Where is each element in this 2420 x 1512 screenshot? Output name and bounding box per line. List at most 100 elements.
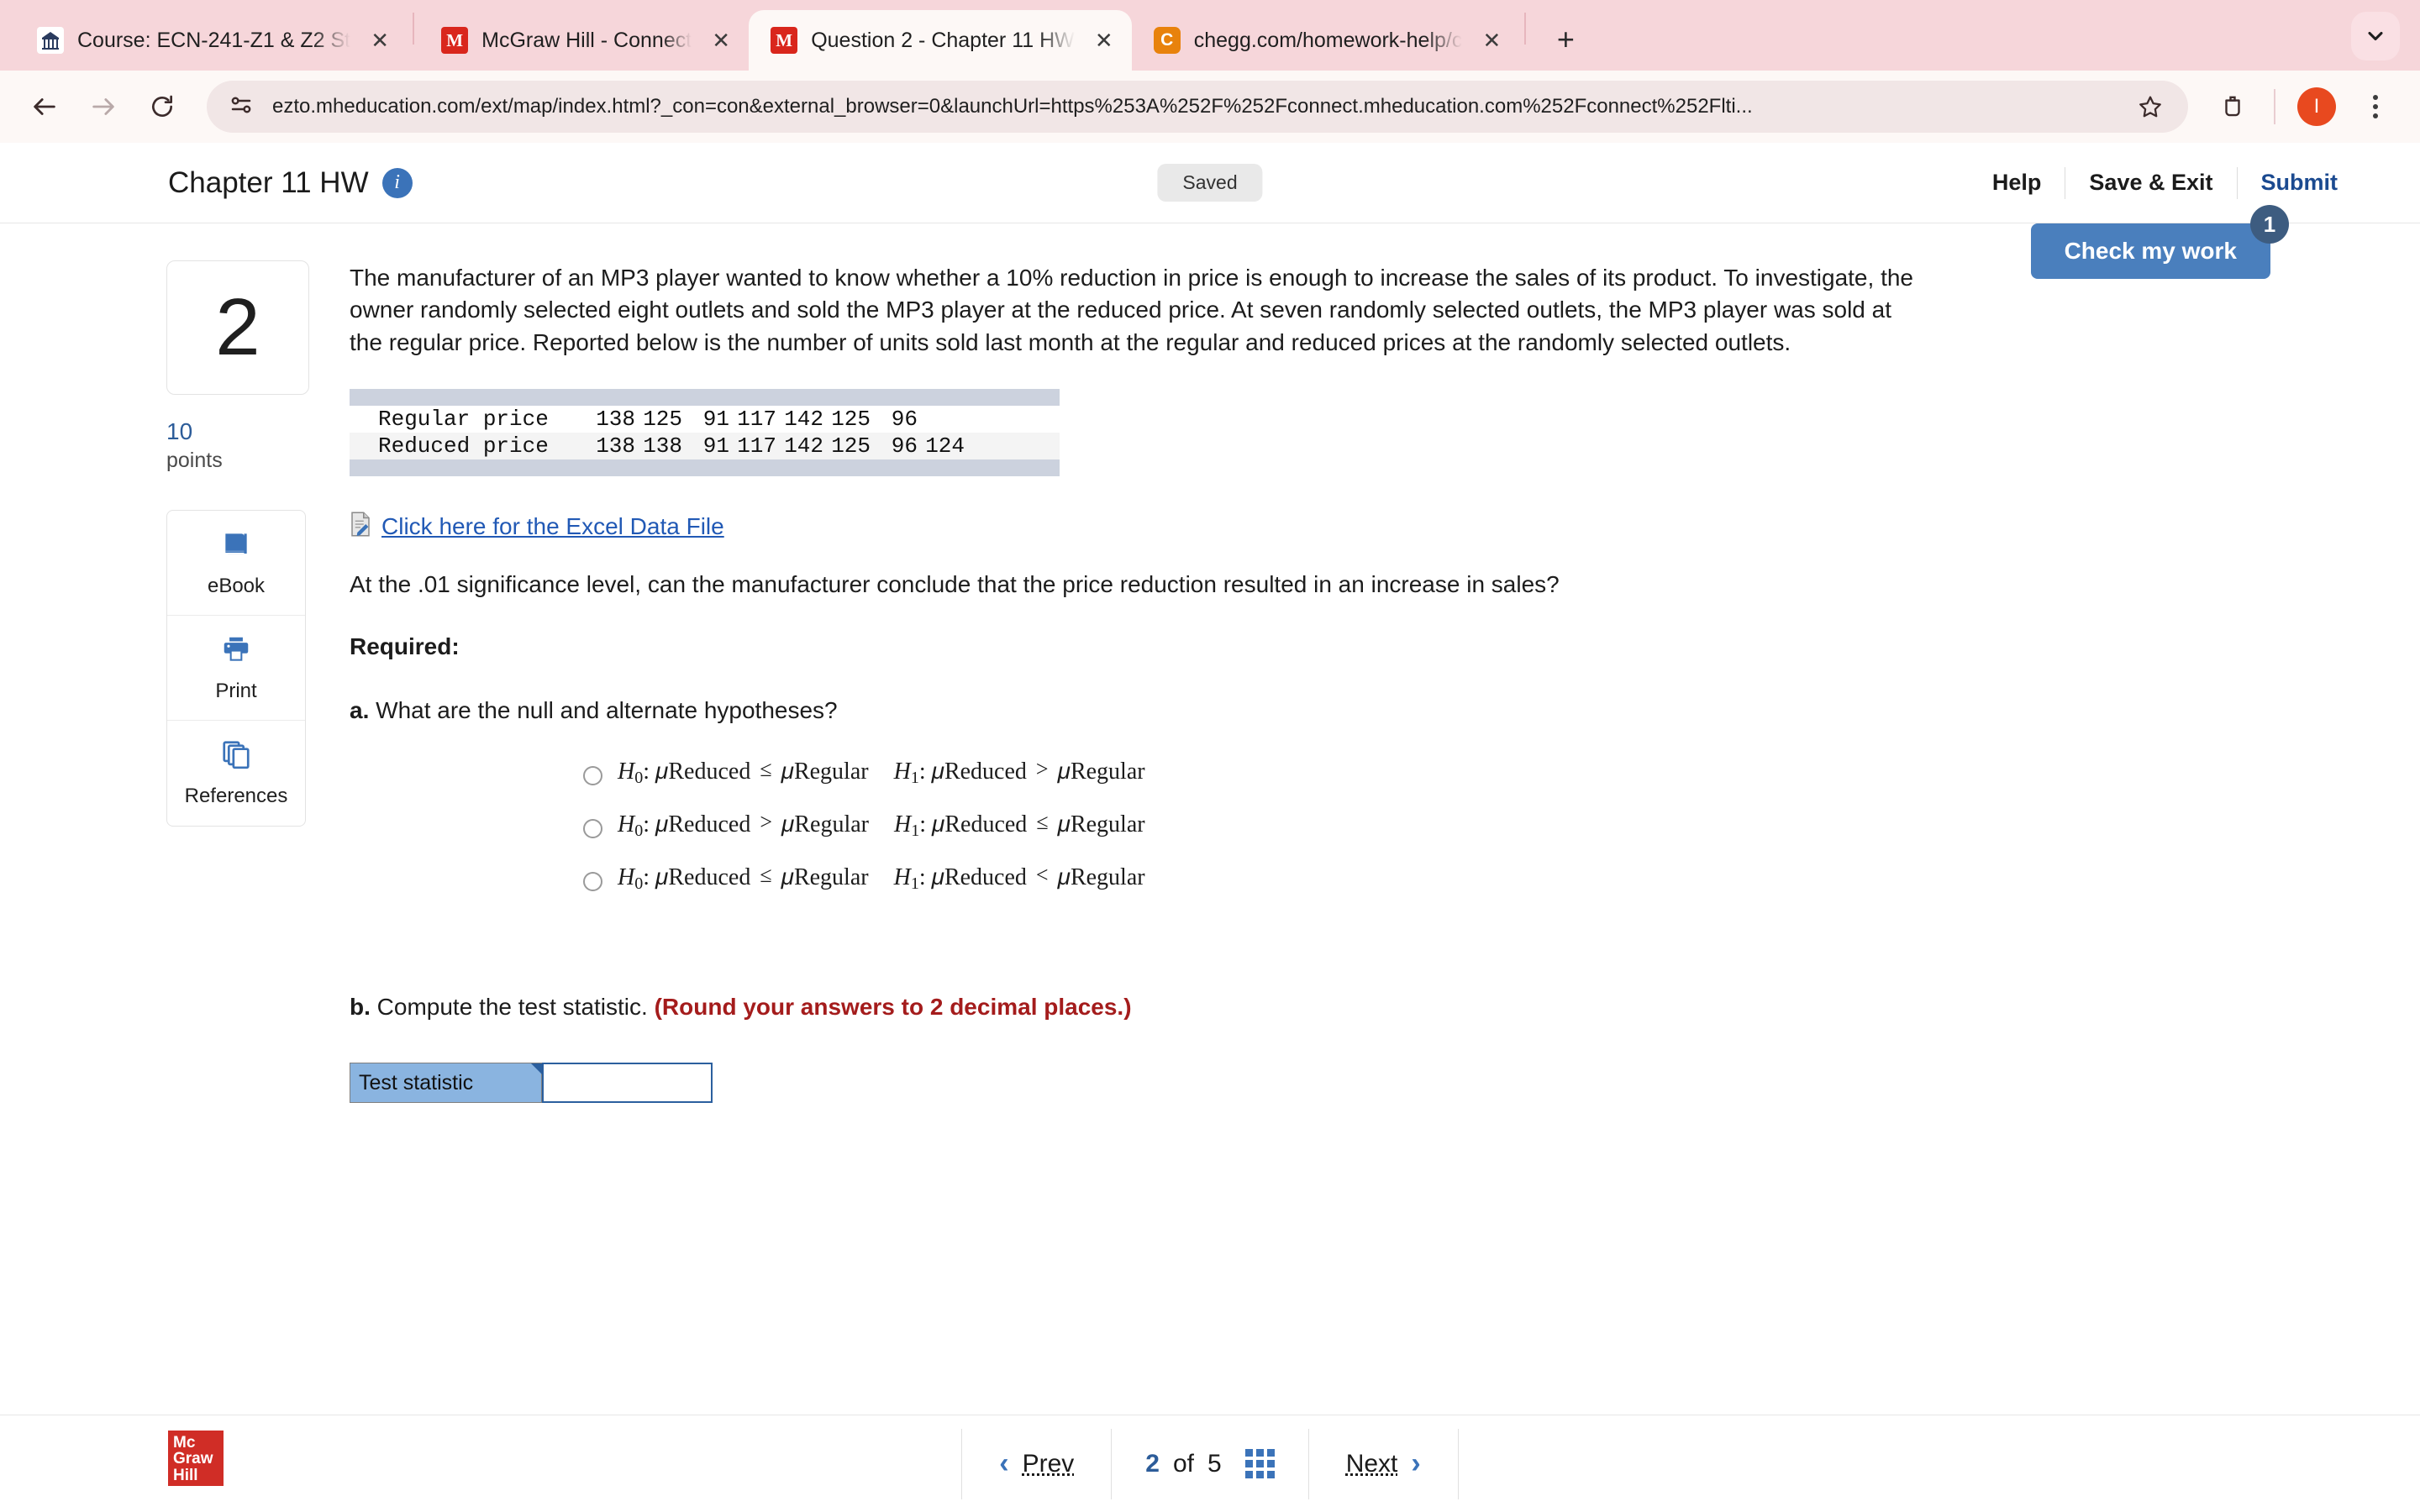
kebab-menu-icon[interactable] bbox=[2349, 81, 2402, 133]
tab-divider bbox=[413, 13, 415, 45]
cell: 138 bbox=[596, 433, 635, 459]
header-actions: Help Save & Exit Submit bbox=[1969, 166, 2362, 199]
excel-data-file-link[interactable]: Click here for the Excel Data File bbox=[381, 513, 724, 540]
cell: 138 bbox=[643, 433, 682, 459]
mu-left-label: Reduced bbox=[668, 759, 751, 785]
mu-right: μ bbox=[1057, 811, 1071, 837]
hypothesis-text: H0: μReduced > μRegular H1: μReduced ≤ μ… bbox=[618, 810, 1145, 841]
tab-divider bbox=[1524, 13, 1527, 45]
tab-title: McGraw Hill - Connect bbox=[481, 28, 692, 52]
alternate-hypothesis: H1: μReduced > μRegular bbox=[893, 757, 1145, 788]
avatar[interactable]: I bbox=[2291, 81, 2343, 133]
test-statistic-input[interactable] bbox=[542, 1063, 713, 1104]
address-bar[interactable]: ezto.mheducation.com/ext/map/index.html?… bbox=[207, 81, 2188, 133]
part-b-text: Compute the test statistic. bbox=[376, 994, 648, 1021]
tab-strip: Course: ECN-241-Z1 & Z2 St ✕ M McGraw Hi… bbox=[0, 0, 2420, 71]
browser-tab[interactable]: M McGraw Hill - Connect ✕ bbox=[419, 10, 749, 71]
site-settings-icon[interactable] bbox=[229, 92, 254, 122]
star-icon[interactable] bbox=[2133, 89, 2168, 124]
reload-icon[interactable] bbox=[136, 81, 188, 133]
cell: 117 bbox=[737, 433, 776, 459]
radio-button[interactable] bbox=[583, 766, 602, 786]
mu-right-label: Regular bbox=[1070, 811, 1145, 838]
book-icon bbox=[220, 528, 252, 564]
chegg-icon: C bbox=[1153, 27, 1181, 54]
chevron-right-icon: › bbox=[1411, 1447, 1421, 1479]
close-icon[interactable]: ✕ bbox=[1088, 24, 1120, 56]
operator: ≤ bbox=[760, 757, 772, 782]
submit-button[interactable]: Submit bbox=[2238, 170, 2362, 196]
cell: 125 bbox=[831, 407, 871, 433]
extensions-icon[interactable] bbox=[2207, 81, 2259, 133]
close-icon[interactable]: ✕ bbox=[1476, 24, 1507, 56]
grid-view-icon[interactable] bbox=[1244, 1449, 1275, 1478]
null-hypothesis: H0: μReduced ≤ μRegular bbox=[618, 863, 869, 894]
save-and-exit-button[interactable]: Save & Exit bbox=[2065, 170, 2236, 196]
radio-button[interactable] bbox=[583, 872, 602, 892]
part-b-prompt: b. Compute the test statistic. (Round yo… bbox=[350, 994, 2319, 1021]
browser-tab[interactable]: Course: ECN-241-Z1 & Z2 St ✕ bbox=[15, 10, 408, 71]
mu-right-label: Regular bbox=[1070, 759, 1145, 785]
operator: < bbox=[1035, 863, 1049, 888]
profile-initial: I bbox=[2297, 87, 2336, 126]
points-label: points bbox=[166, 449, 223, 472]
hypothesis-option-3[interactable]: H0: μReduced ≤ μRegular H1: μReduced < μ… bbox=[583, 863, 2319, 916]
close-icon[interactable]: ✕ bbox=[364, 24, 396, 56]
h-subscript: 1 bbox=[910, 769, 919, 788]
mu-left-label: Reduced bbox=[668, 811, 751, 838]
pager-divider bbox=[1457, 1428, 1459, 1499]
mu-right: μ bbox=[781, 864, 794, 890]
back-arrow-icon[interactable] bbox=[18, 81, 71, 133]
new-tab-button[interactable]: + bbox=[1543, 17, 1588, 62]
cell: 138 bbox=[596, 407, 635, 433]
row-label: Regular price bbox=[378, 407, 549, 433]
hypothesis-option-2[interactable]: H0: μReduced > μRegular H1: μReduced ≤ μ… bbox=[583, 810, 2319, 864]
alternate-hypothesis: H1: μReduced ≤ μRegular bbox=[893, 810, 1145, 841]
url-text[interactable]: ezto.mheducation.com/ext/map/index.html?… bbox=[272, 95, 2114, 118]
references-label: References bbox=[184, 785, 288, 807]
help-button[interactable]: Help bbox=[1969, 170, 2065, 196]
page-indicator: 2 of 5 bbox=[1112, 1449, 1307, 1478]
data-table: Regular price 138 125 91 117 142 125 96 … bbox=[350, 389, 1060, 477]
page-content: Chapter 11 HW i Saved Help Save & Exit S… bbox=[0, 143, 2420, 1512]
row-label: Reduced price bbox=[378, 433, 549, 459]
hypothesis-option-1[interactable]: H0: μReduced ≤ μRegular H1: μReduced > μ… bbox=[583, 757, 2319, 811]
status-badge: Saved bbox=[1157, 164, 1263, 202]
mu-left-label: Reduced bbox=[668, 864, 751, 891]
h-symbol: H bbox=[893, 864, 911, 891]
h-symbol: H bbox=[893, 759, 911, 785]
close-icon[interactable]: ✕ bbox=[705, 24, 737, 56]
mu-right-label: Regular bbox=[793, 864, 869, 891]
question-rail: 2 10 points eBook Print References bbox=[166, 260, 309, 827]
prev-question-button[interactable]: ‹ Prev bbox=[962, 1447, 1111, 1480]
alternate-hypothesis: H1: μReduced < μRegular bbox=[893, 863, 1145, 894]
references-button[interactable]: References bbox=[167, 721, 305, 826]
table-row: Regular price 138 125 91 117 142 125 96 bbox=[350, 406, 1060, 433]
chevron-left-icon: ‹ bbox=[999, 1447, 1009, 1479]
mu-right: μ bbox=[1057, 758, 1071, 785]
browser-window: Course: ECN-241-Z1 & Z2 St ✕ M McGraw Hi… bbox=[0, 0, 2420, 1512]
chevron-down-icon[interactable] bbox=[2351, 12, 2400, 60]
cell: 96 bbox=[891, 433, 918, 459]
logo-line-1: Mc bbox=[173, 1434, 196, 1452]
mu-left: μ bbox=[655, 864, 669, 890]
radio-button[interactable] bbox=[583, 819, 602, 839]
browser-tab[interactable]: C chegg.com/homework-help/c ✕ bbox=[1132, 10, 1520, 71]
cell: 124 bbox=[925, 433, 965, 459]
next-question-button[interactable]: Next › bbox=[1309, 1447, 1458, 1480]
hypothesis-text: H0: μReduced ≤ μRegular H1: μReduced > μ… bbox=[618, 757, 1145, 788]
operator: > bbox=[760, 810, 772, 835]
cell: 142 bbox=[784, 407, 823, 433]
mu-left-label: Reduced bbox=[944, 759, 1027, 785]
info-icon[interactable]: i bbox=[381, 167, 413, 198]
browser-tab-active[interactable]: M Question 2 - Chapter 11 HW ✕ bbox=[749, 10, 1132, 71]
mu-right-label: Regular bbox=[1070, 864, 1145, 891]
test-statistic-label: Test statistic bbox=[350, 1063, 542, 1103]
print-button[interactable]: Print bbox=[167, 616, 305, 721]
cell: 96 bbox=[891, 407, 918, 433]
ebook-button[interactable]: eBook bbox=[167, 511, 305, 616]
mu-left: μ bbox=[932, 811, 945, 837]
tab-title: Question 2 - Chapter 11 HW bbox=[811, 28, 1075, 52]
excel-data-file-row: Click here for the Excel Data File bbox=[350, 512, 2319, 541]
null-hypothesis: H0: μReduced > μRegular bbox=[618, 810, 869, 841]
